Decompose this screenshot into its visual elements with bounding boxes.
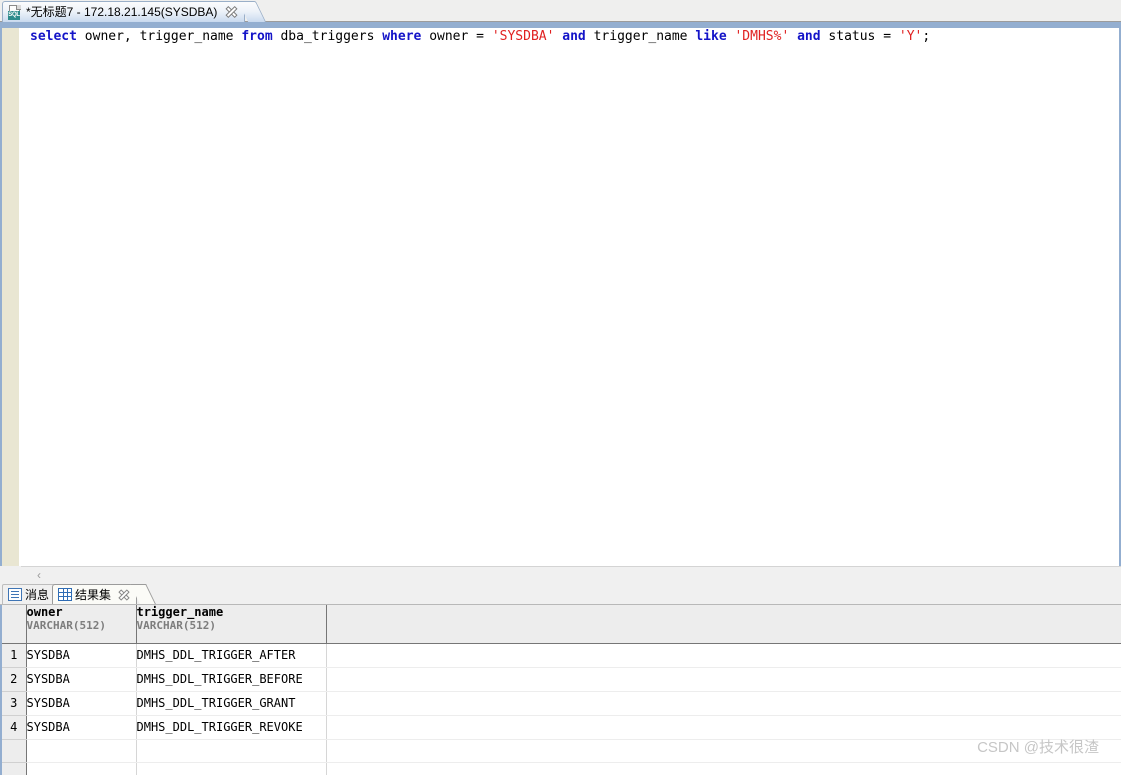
row-number-header[interactable]: [2, 605, 27, 644]
tab-result-set[interactable]: 结果集: [52, 584, 138, 604]
editor-tab-title: *无标题7 - 172.18.21.145(SYSDBA): [26, 4, 218, 19]
sql-token-1: owner, trigger_name: [76, 29, 242, 44]
sql-token-9: trigger_name: [585, 29, 696, 44]
sql-token-5: owner =: [421, 29, 492, 44]
editor-tab-active[interactable]: SQL *无标题7 - 172.18.21.145(SYSDBA): [2, 1, 246, 22]
sql-token-6: 'SYSDBA': [491, 29, 555, 44]
sql-file-icon: SQL: [8, 4, 22, 20]
cell-trigger-name[interactable]: DMHS_DDL_TRIGGER_AFTER: [136, 643, 327, 668]
column-type: VARCHAR(512): [136, 619, 216, 632]
close-icon[interactable]: [118, 589, 130, 601]
chevron-left-icon[interactable]: ‹: [33, 569, 45, 581]
table-body: 1 SYSDBA DMHS_DDL_TRIGGER_AFTER 2 SYSDBA DMHS…: [2, 643, 1121, 775]
column-name: owner: [26, 605, 63, 619]
table-row-empty[interactable]: [2, 762, 1121, 775]
sql-token-0: select: [30, 29, 77, 44]
row-number-cell[interactable]: 1: [2, 643, 27, 668]
cell-owner[interactable]: SYSDBA: [26, 667, 137, 692]
cell-filler: [326, 691, 1121, 716]
message-list-icon: [8, 588, 22, 601]
tab-result-set-label: 结果集: [75, 588, 112, 602]
tab-messages-label: 消息: [25, 588, 50, 602]
row-number-cell[interactable]: 2: [2, 667, 27, 692]
cell-owner[interactable]: SYSDBA: [26, 691, 137, 716]
sql-code-area[interactable]: select owner, trigger_name from dba_trig…: [21, 28, 1119, 566]
table-row[interactable]: 1 SYSDBA DMHS_DDL_TRIGGER_AFTER: [2, 643, 1121, 668]
cell-filler: [326, 739, 1121, 763]
cell-trigger-name[interactable]: DMHS_DDL_TRIGGER_BEFORE: [136, 667, 327, 692]
column-header-owner[interactable]: owner VARCHAR(512): [26, 605, 137, 644]
table-row[interactable]: 3 SYSDBA DMHS_DDL_TRIGGER_GRANT: [2, 691, 1121, 716]
cell-trigger-name[interactable]: DMHS_DDL_TRIGGER_GRANT: [136, 691, 327, 716]
close-icon[interactable]: [225, 6, 238, 19]
table-row[interactable]: 4 SYSDBA DMHS_DDL_TRIGGER_REVOKE: [2, 715, 1121, 740]
sql-token-4: where: [382, 29, 422, 44]
column-name: trigger_name: [136, 605, 224, 619]
table-row-empty[interactable]: [2, 739, 1121, 763]
sql-client-window: SQL *无标题7 - 172.18.21.145(SYSDBA) select…: [0, 0, 1121, 775]
column-type: VARCHAR(512): [26, 619, 106, 632]
sql-token-13: [789, 29, 797, 44]
sql-token-12: 'DMHS%': [734, 29, 790, 44]
cell-filler: [326, 715, 1121, 740]
sql-token-3: dba_triggers: [272, 29, 383, 44]
row-number-cell[interactable]: [2, 762, 27, 775]
sql-token-16: 'Y': [898, 29, 923, 44]
table-header: owner VARCHAR(512) trigger_name VARCHAR(…: [2, 605, 1121, 644]
table-row[interactable]: 2 SYSDBA DMHS_DDL_TRIGGER_BEFORE: [2, 667, 1121, 692]
cell-filler: [326, 643, 1121, 668]
editor-gutter[interactable]: [2, 28, 20, 566]
result-set-pane[interactable]: owner VARCHAR(512) trigger_name VARCHAR(…: [0, 605, 1121, 775]
cell-trigger-name[interactable]: [136, 739, 327, 763]
sql-token-8: and: [562, 29, 586, 44]
result-table: owner VARCHAR(512) trigger_name VARCHAR(…: [2, 605, 1121, 775]
cell-owner[interactable]: [26, 762, 137, 775]
row-number-cell[interactable]: [2, 739, 27, 763]
table-header-row: owner VARCHAR(512) trigger_name VARCHAR(…: [2, 605, 1121, 644]
cell-trigger-name[interactable]: DMHS_DDL_TRIGGER_REVOKE: [136, 715, 327, 740]
results-tab-bar: 消息 结果集: [0, 583, 1121, 605]
row-number-cell[interactable]: 4: [2, 715, 27, 740]
sql-editor-pane[interactable]: select owner, trigger_name from dba_trig…: [0, 28, 1121, 566]
sql-token-14: and: [797, 29, 821, 44]
sql-query-line[interactable]: select owner, trigger_name from dba_trig…: [21, 28, 1119, 46]
sql-token-10: like: [695, 29, 727, 44]
sql-token-17: ;: [922, 29, 931, 44]
cell-owner[interactable]: SYSDBA: [26, 715, 137, 740]
sql-token-2: from: [241, 29, 273, 44]
cell-owner[interactable]: [26, 739, 137, 763]
cell-owner[interactable]: SYSDBA: [26, 643, 137, 668]
sql-token-15: status =: [820, 29, 899, 44]
cell-filler: [326, 762, 1121, 775]
column-header-filler: [326, 605, 1121, 644]
result-grid-icon: [58, 588, 72, 601]
editor-tab-bar: SQL *无标题7 - 172.18.21.145(SYSDBA): [0, 0, 1121, 22]
editor-horizontal-scrollbar[interactable]: ‹: [21, 566, 1121, 582]
row-number-cell[interactable]: 3: [2, 691, 27, 716]
cell-filler: [326, 667, 1121, 692]
column-header-trigger-name[interactable]: trigger_name VARCHAR(512): [136, 605, 327, 644]
tab-messages[interactable]: 消息: [2, 584, 57, 604]
cell-trigger-name[interactable]: [136, 762, 327, 775]
